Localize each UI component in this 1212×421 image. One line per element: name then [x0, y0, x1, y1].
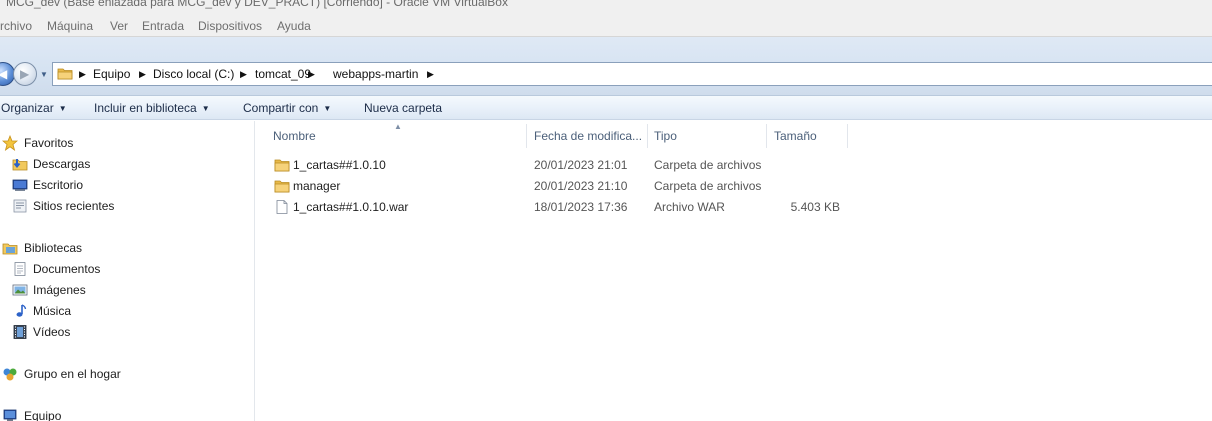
recent-pages-dropdown-icon[interactable]: ▼	[40, 70, 48, 79]
vm-window-title: MCG_dev (Base enlazada para MCG_dev y DE…	[6, 0, 508, 9]
forward-arrow-icon: ▶	[20, 67, 30, 81]
file-name: 1_cartas##1.0.10	[293, 158, 386, 172]
file-date: 18/01/2023 17:36	[534, 200, 628, 214]
star-icon	[2, 135, 18, 151]
breadcrumb-arrow-icon[interactable]: ▶	[240, 68, 247, 80]
column-header-name[interactable]: Nombre	[270, 121, 526, 149]
breadcrumb-equipo[interactable]: Equipo	[93, 67, 130, 81]
recent-places-icon	[13, 199, 27, 213]
column-header-size[interactable]: Tamaño	[767, 121, 847, 149]
vm-menu-bar: rchivo Máquina Ver Entrada Dispositivos …	[0, 16, 1212, 37]
folder-icon	[57, 68, 73, 80]
vm-menu-ver[interactable]: Ver	[110, 19, 128, 33]
file-row[interactable]: manager 20/01/2023 21:10 Carpeta de arch…	[270, 176, 870, 196]
vm-menu-entrada[interactable]: Entrada	[142, 19, 184, 33]
file-name: manager	[293, 179, 341, 193]
folder-icon	[274, 180, 290, 193]
file-icon	[276, 200, 288, 214]
column-separator[interactable]	[847, 124, 848, 148]
documents-icon	[14, 262, 26, 276]
breadcrumb-arrow-icon[interactable]: ▶	[308, 68, 315, 80]
desktop-icon	[12, 179, 28, 191]
breadcrumb-webapps-martin[interactable]: webapps-martin	[333, 67, 418, 81]
folder-icon	[274, 159, 290, 172]
column-header-date[interactable]: Fecha de modifica...	[527, 121, 647, 149]
libraries-icon	[2, 243, 18, 255]
breadcrumb-tomcat[interactable]: tomcat_09	[255, 67, 311, 81]
navigation-pane: Favoritos Descargas Escritorio Sitios re…	[0, 121, 255, 421]
file-size: 5.403 KB	[790, 200, 840, 214]
include-in-library-button[interactable]: Incluir en biblioteca ▼	[94, 101, 210, 115]
chevron-down-icon: ▼	[201, 104, 210, 113]
computer-icon	[3, 409, 17, 421]
address-bar[interactable]: ▶ Equipo ▶ Disco local (C:) ▶ tomcat_09 …	[52, 62, 1212, 86]
file-type: Archivo WAR	[654, 200, 725, 214]
file-name: 1_cartas##1.0.10.war	[293, 200, 409, 214]
pictures-icon	[12, 284, 28, 296]
homegroup-icon	[3, 368, 17, 381]
file-date: 20/01/2023 21:10	[534, 179, 628, 193]
organize-button[interactable]: Organizar ▼	[1, 101, 67, 115]
downloads-folder-icon	[12, 159, 28, 171]
file-row[interactable]: 1_cartas##1.0.10.war 18/01/2023 17:36 Ar…	[270, 197, 870, 217]
file-list: ▲ Nombre Fecha de modifica... Tipo Tamañ…	[256, 121, 1212, 421]
command-bar: Organizar ▼ Incluir en biblioteca ▼ Compar…	[0, 96, 1212, 120]
file-type: Carpeta de archivos	[654, 179, 762, 193]
column-header-type[interactable]: Tipo	[648, 121, 766, 149]
file-row[interactable]: 1_cartas##1.0.10 20/01/2023 21:01 Carpet…	[270, 155, 870, 175]
new-folder-button[interactable]: Nueva carpeta	[364, 101, 442, 115]
breadcrumb-arrow-icon[interactable]: ▶	[427, 68, 434, 80]
vm-menu-dispositivos[interactable]: Dispositivos	[198, 19, 262, 33]
film-strip-icon	[13, 325, 27, 339]
forward-button[interactable]: ▶	[13, 62, 37, 86]
chevron-down-icon: ▼	[58, 104, 67, 113]
explorer-navigation-bar: ◀ ▶ ▼ ▶ Equipo ▶ Disco local (C:) ▶ tomc…	[0, 37, 1212, 96]
breadcrumb-disco-local[interactable]: Disco local (C:)	[153, 67, 234, 81]
breadcrumb-arrow-icon[interactable]: ▶	[139, 68, 146, 80]
back-arrow-icon: ◀	[0, 67, 8, 81]
music-note-icon	[16, 304, 27, 317]
file-type: Carpeta de archivos	[654, 158, 762, 172]
vm-menu-maquina[interactable]: Máquina	[47, 19, 93, 33]
breadcrumb-arrow-icon[interactable]: ▶	[79, 68, 86, 80]
share-with-button[interactable]: Compartir con ▼	[243, 101, 331, 115]
vm-menu-archivo[interactable]: rchivo	[0, 19, 32, 33]
file-date: 20/01/2023 21:01	[534, 158, 628, 172]
chevron-down-icon: ▼	[323, 104, 332, 113]
vm-menu-ayuda[interactable]: Ayuda	[277, 19, 311, 33]
vm-window-title-bar: MCG_dev (Base enlazada para MCG_dev y DE…	[0, 0, 1212, 16]
